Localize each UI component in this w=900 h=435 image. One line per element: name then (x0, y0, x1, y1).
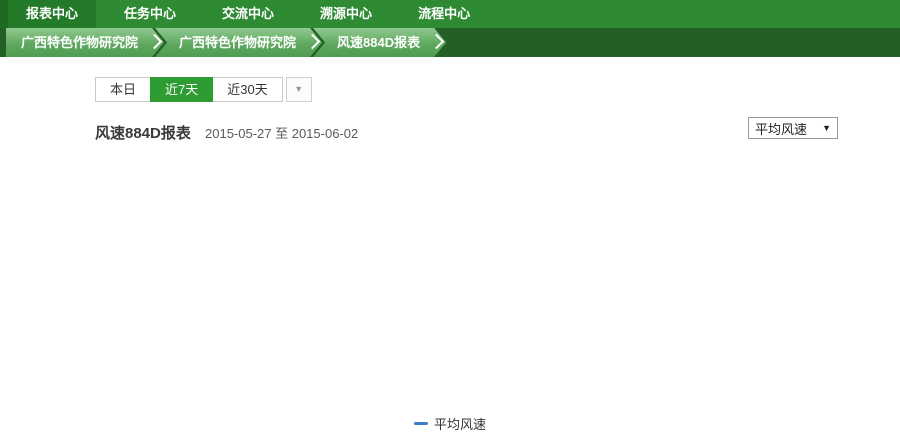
page: 报表中心任务中心交流中心溯源中心流程中心 广西特色作物研究院广西特色作物研究院风… (0, 0, 900, 435)
legend-line-icon (414, 422, 428, 425)
range-tab-3[interactable]: 近30天 (212, 77, 282, 102)
nav-item-3[interactable]: 交流中心 (204, 0, 292, 28)
breadcrumb-item-label: 风速884D报表 (313, 28, 446, 57)
legend-label: 平均风速 (434, 414, 486, 433)
breadcrumb-item-3[interactable]: 风速884D报表 (313, 28, 446, 57)
chevron-down-icon: ▼ (822, 123, 831, 133)
range-tabs-more-button[interactable]: ▼ (286, 77, 312, 102)
top-nav-left-edge (0, 0, 8, 28)
range-tabs: 本日近7天近30天▼ (95, 77, 312, 102)
nav-item-1[interactable]: 报表中心 (8, 0, 96, 28)
range-tab-2[interactable]: 近7天 (150, 77, 213, 102)
series-select[interactable]: 平均风速 ▼ (748, 117, 838, 139)
chart-area (0, 148, 900, 415)
breadcrumb-item-1[interactable]: 广西特色作物研究院 (6, 28, 164, 57)
series-select-value: 平均风速 (755, 119, 807, 138)
chart-legend[interactable]: 平均风速 (0, 414, 900, 433)
nav-item-2[interactable]: 任务中心 (106, 0, 194, 28)
report-date-range: 2015-05-27 至 2015-06-02 (205, 123, 358, 142)
breadcrumb: 广西特色作物研究院广西特色作物研究院风速884D报表 (0, 28, 900, 57)
breadcrumb-item-label: 广西特色作物研究院 (155, 28, 322, 57)
breadcrumb-item-2[interactable]: 广西特色作物研究院 (155, 28, 322, 57)
nav-item-4[interactable]: 溯源中心 (302, 0, 390, 28)
chart-svg (0, 148, 900, 415)
top-nav: 报表中心任务中心交流中心溯源中心流程中心 (0, 0, 900, 28)
breadcrumb-item-label: 广西特色作物研究院 (6, 28, 164, 57)
range-tab-1[interactable]: 本日 (95, 77, 151, 102)
nav-item-5[interactable]: 流程中心 (400, 0, 488, 28)
report-title: 风速884D报表 (95, 122, 191, 143)
